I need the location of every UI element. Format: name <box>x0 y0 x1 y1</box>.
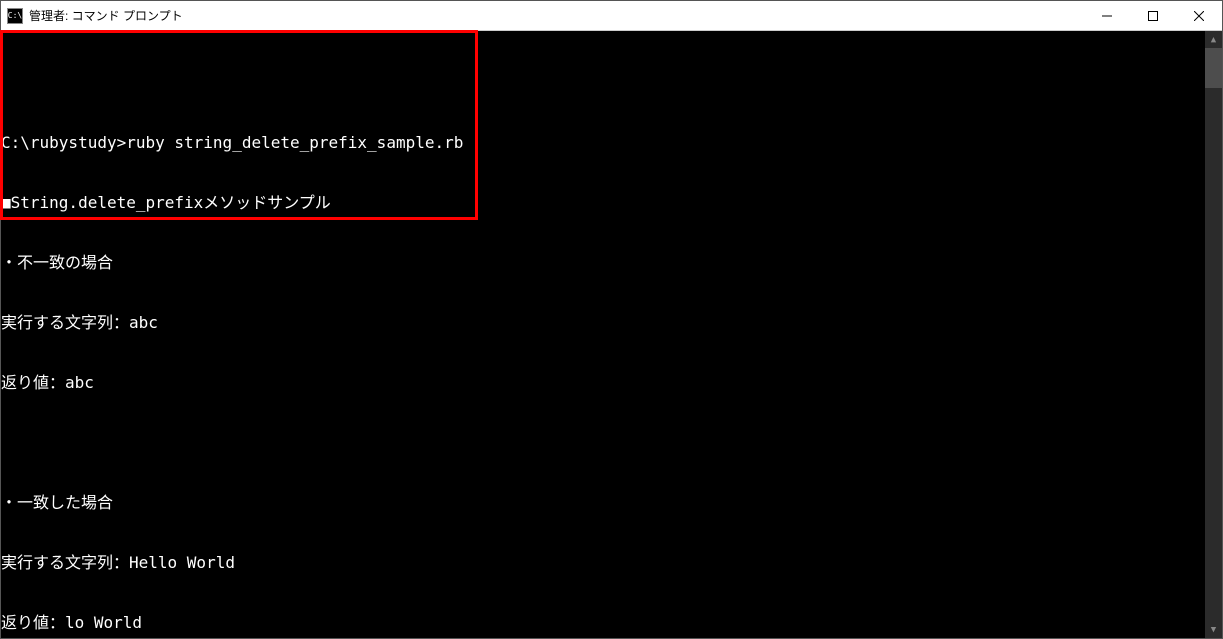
window-controls <box>1084 1 1222 30</box>
terminal-line: ・不一致の場合 <box>1 253 1205 273</box>
terminal-line: C:\rubystudy>ruby string_delete_prefix_s… <box>1 133 1205 153</box>
terminal-line: ■String.delete_prefixメソッドサンプル <box>1 193 1205 213</box>
terminal-line: 返り値：abc <box>1 373 1205 393</box>
cmd-icon-text: C:\ <box>8 11 22 20</box>
maximize-button[interactable] <box>1130 1 1176 30</box>
command-prompt-window: C:\ 管理者: コマンド プロンプト C:\rubystudy>ruby st… <box>0 0 1223 639</box>
terminal-line: ・一致した場合 <box>1 493 1205 513</box>
terminal-line <box>1 73 1205 93</box>
scroll-down-arrow-icon[interactable]: ▼ <box>1205 621 1222 638</box>
close-button[interactable] <box>1176 1 1222 30</box>
scrollbar-thumb[interactable] <box>1205 48 1222 88</box>
terminal-line: 実行する文字列：abc <box>1 313 1205 333</box>
window-title: 管理者: コマンド プロンプト <box>29 7 1084 24</box>
scroll-up-arrow-icon[interactable]: ▲ <box>1205 31 1222 48</box>
terminal-content: C:\rubystudy>ruby string_delete_prefix_s… <box>1 33 1205 638</box>
terminal-area[interactable]: C:\rubystudy>ruby string_delete_prefix_s… <box>1 31 1222 638</box>
terminal-line <box>1 433 1205 453</box>
terminal-line: 返り値：lo World <box>1 613 1205 633</box>
terminal-line: 実行する文字列：Hello World <box>1 553 1205 573</box>
cmd-icon: C:\ <box>7 8 23 24</box>
titlebar[interactable]: C:\ 管理者: コマンド プロンプト <box>1 1 1222 31</box>
vertical-scrollbar[interactable]: ▲ ▼ <box>1205 31 1222 638</box>
minimize-button[interactable] <box>1084 1 1130 30</box>
